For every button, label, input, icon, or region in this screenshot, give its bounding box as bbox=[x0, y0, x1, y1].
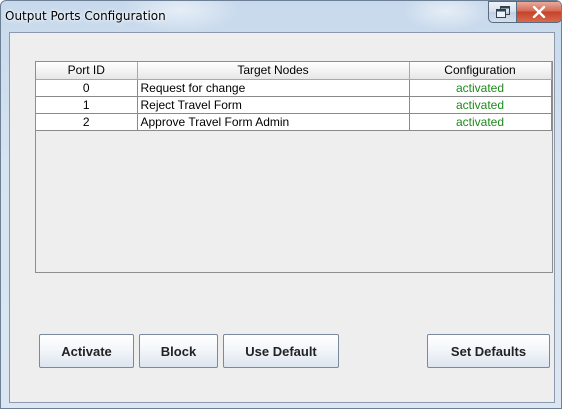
target-node-cell[interactable]: Approve Travel Form Admin bbox=[137, 113, 410, 131]
restore-icon bbox=[495, 6, 510, 18]
configuration-cell[interactable]: activated bbox=[409, 96, 552, 114]
column-header-target-nodes[interactable]: Target Nodes bbox=[137, 62, 410, 80]
dialog-content: Port ID Target Nodes Configuration 0 Req… bbox=[9, 32, 555, 403]
port-id-cell[interactable]: 1 bbox=[36, 96, 138, 114]
target-node-cell[interactable]: Request for change bbox=[137, 79, 410, 97]
use-default-button[interactable]: Use Default bbox=[223, 334, 339, 368]
ports-table-scrollpane[interactable]: Port ID Target Nodes Configuration 0 Req… bbox=[35, 61, 553, 273]
set-defaults-button[interactable]: Set Defaults bbox=[427, 334, 550, 368]
table-row[interactable]: 1 Reject Travel Form activated bbox=[36, 96, 552, 114]
close-button[interactable] bbox=[516, 1, 561, 23]
port-id-cell[interactable]: 0 bbox=[36, 79, 138, 97]
port-id-cell[interactable]: 2 bbox=[36, 113, 138, 131]
block-button[interactable]: Block bbox=[139, 334, 218, 368]
table-header-row: Port ID Target Nodes Configuration bbox=[36, 62, 552, 80]
column-header-port-id[interactable]: Port ID bbox=[36, 62, 138, 80]
window-title: Output Ports Configuration bbox=[5, 9, 166, 23]
column-header-configuration[interactable]: Configuration bbox=[409, 62, 552, 80]
configuration-cell[interactable]: activated bbox=[409, 79, 552, 97]
close-icon bbox=[532, 6, 546, 18]
caption-buttons bbox=[488, 1, 561, 23]
target-node-cell[interactable]: Reject Travel Form bbox=[137, 96, 410, 114]
restore-button[interactable] bbox=[488, 1, 516, 23]
dialog-window: Output Ports Configuration Port ID Targe… bbox=[0, 0, 562, 409]
table-row[interactable]: 0 Request for change activated bbox=[36, 79, 552, 97]
table-row[interactable]: 2 Approve Travel Form Admin activated bbox=[36, 113, 552, 131]
activate-button[interactable]: Activate bbox=[39, 334, 134, 368]
ports-table: Port ID Target Nodes Configuration 0 Req… bbox=[36, 62, 552, 131]
configuration-cell[interactable]: activated bbox=[409, 113, 552, 131]
title-bar[interactable]: Output Ports Configuration bbox=[1, 1, 561, 33]
